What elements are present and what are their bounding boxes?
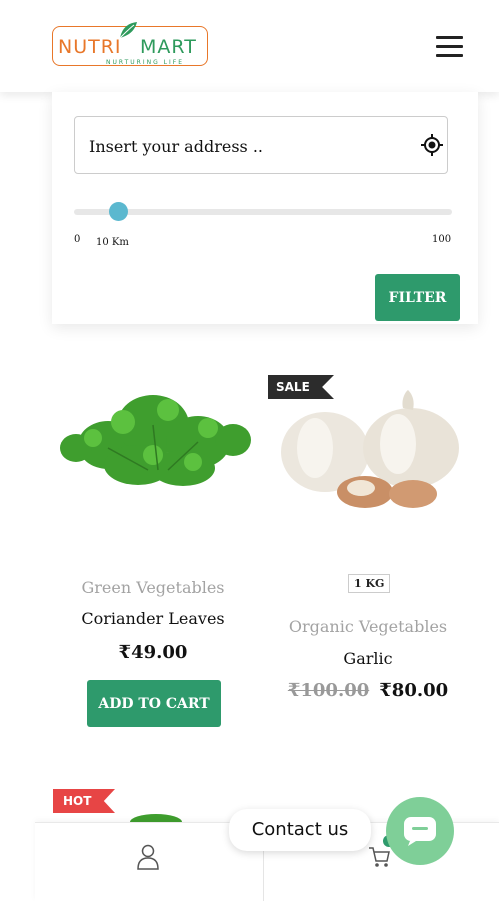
location-filter-card: 0 10 Km 100 FILTER [52,92,478,324]
contact-us-label[interactable]: Contact us [229,809,371,851]
chat-icon [404,817,436,846]
user-icon[interactable] [136,844,160,870]
filter-button[interactable]: FILTER [375,274,460,321]
distance-slider-track[interactable] [74,209,452,215]
range-max-label: 100 [432,234,452,245]
logo-nutri: NUTRI [58,36,122,58]
product-old-price: ₹100.00 [287,680,370,701]
weight-badge: 1 KG [348,574,391,593]
product-category: Green Vegetables [81,578,225,597]
product-price: ₹80.00 [379,680,449,701]
app-header: NUTRI MART NURTURING LIFE [0,0,499,92]
leaf-icon [119,22,137,39]
hamburger-icon [436,45,463,48]
distance-slider-thumb[interactable] [109,202,128,221]
product-price-group: ₹100.00 ₹80.00 [263,680,473,701]
range-min-label: 0 [74,234,81,245]
address-field[interactable] [74,116,448,174]
add-to-cart-button[interactable]: ADD TO CART [87,680,221,727]
product-name[interactable]: Coriander Leaves [48,609,258,628]
contact-button[interactable] [386,797,454,865]
logo-mart: MART [140,36,197,58]
range-value-label: 10 Km [96,237,129,248]
cart-icon[interactable] [368,845,390,869]
product-price: ₹49.00 [118,642,188,663]
logo-tagline: NURTURING LIFE [106,59,185,66]
address-input[interactable] [87,131,411,161]
brand-logo[interactable]: NUTRI MART NURTURING LIFE [52,22,212,70]
hot-badge: HOT [53,789,115,813]
product-card: Green Vegetables Coriander Leaves ₹49.00… [48,370,258,740]
hamburger-menu-button[interactable] [436,36,464,58]
hamburger-icon [436,54,463,57]
hamburger-icon [436,36,463,39]
product-card: 1 KG Organic Vegetables Garlic ₹100.00 ₹8… [263,370,473,710]
crosshair-icon[interactable] [421,134,443,156]
product-category: Organic Vegetables [288,617,448,636]
product-name[interactable]: Garlic [263,649,473,668]
coriander-image[interactable] [48,370,258,520]
